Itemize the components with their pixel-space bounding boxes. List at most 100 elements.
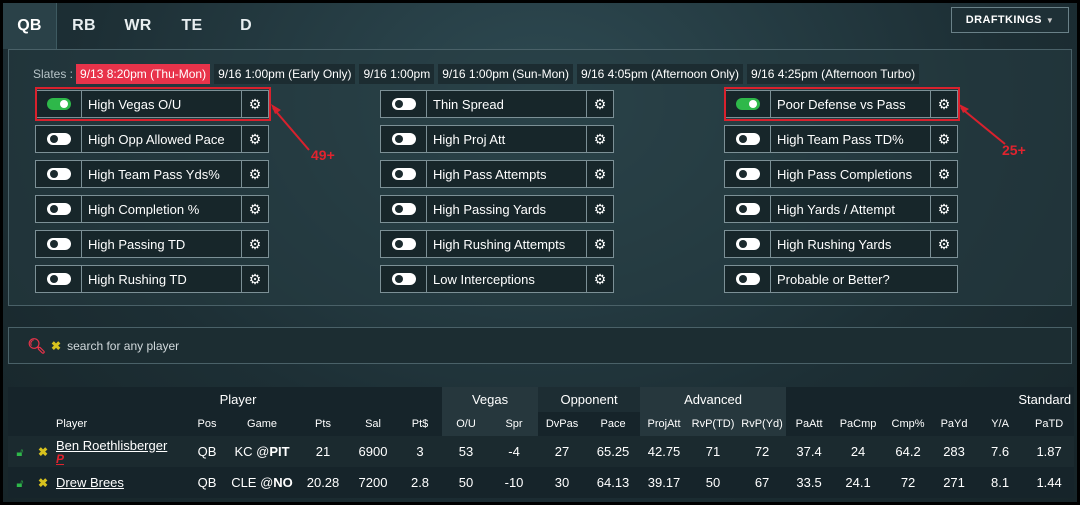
cell-ou: 53 xyxy=(442,436,491,467)
filter-toggle[interactable] xyxy=(46,203,71,215)
player-name-link[interactable]: Drew Brees xyxy=(56,475,124,490)
table-body: 🔓︎ ✖ Ben Roethlisberger P QB KC @PIT 21 6900 3 53… xyxy=(8,436,1075,498)
slate-option[interactable]: 9/16 1:00pm xyxy=(359,64,435,84)
filter-toggle[interactable] xyxy=(735,203,760,215)
unlock-icon[interactable]: 🔓︎ xyxy=(16,447,23,459)
filter-toggle[interactable] xyxy=(391,203,416,215)
search-input[interactable] xyxy=(67,338,468,353)
filter-toggle[interactable] xyxy=(735,168,760,180)
gear-icon[interactable]: ⚙ xyxy=(586,126,613,152)
unlock-icon[interactable]: 🔓︎ xyxy=(16,478,23,490)
filter-label: High Team Pass TD% xyxy=(777,131,904,147)
filter-toggle[interactable] xyxy=(391,133,416,145)
group-header-opponent: Opponent xyxy=(538,387,641,412)
site-selector-button[interactable]: DRAFTKINGS ▼ xyxy=(951,7,1069,33)
gear-icon[interactable]: ⚙ xyxy=(586,266,613,292)
tab-qb[interactable]: QB xyxy=(3,3,57,49)
gear-icon[interactable]: ⚙ xyxy=(586,161,613,187)
filter-toggle[interactable] xyxy=(46,168,71,180)
tab-wr[interactable]: WR xyxy=(111,3,165,49)
column-header[interactable]: Spr xyxy=(490,412,539,436)
group-header-advanced: Advanced xyxy=(640,387,787,412)
filter-toggle[interactable] xyxy=(46,273,71,285)
tab-rb[interactable]: RB xyxy=(57,3,111,49)
filter-label: High Passing TD xyxy=(88,236,186,252)
filter-toggle[interactable] xyxy=(46,238,71,250)
cell-rvpyd: 67 xyxy=(738,467,787,498)
gear-icon[interactable]: ⚙ xyxy=(930,161,957,187)
filter-toggle[interactable] xyxy=(391,168,416,180)
filter-label: Thin Spread xyxy=(433,96,504,112)
highlight-box xyxy=(724,87,960,121)
gear-icon[interactable]: ⚙ xyxy=(930,196,957,222)
slates-bar: Slates : 9/13 8:20pm (Thu-Mon) 9/16 1:00… xyxy=(33,64,923,84)
gear-icon[interactable]: ⚙ xyxy=(930,231,957,257)
gear-icon[interactable]: ⚙ xyxy=(586,196,613,222)
filter-toggle[interactable] xyxy=(391,238,416,250)
filter-toggle[interactable] xyxy=(735,273,760,285)
filter-toggle[interactable] xyxy=(735,133,760,145)
filter-toggle[interactable] xyxy=(391,98,416,110)
filter-row: Thin Spread ⚙ xyxy=(380,90,614,118)
gear-icon[interactable]: ⚙ xyxy=(241,266,268,292)
clear-icon[interactable]: ✖ xyxy=(51,339,61,353)
column-header[interactable]: DvPas xyxy=(538,412,587,436)
column-header[interactable]: ProjAtt xyxy=(640,412,689,436)
cell-paatt: 33.5 xyxy=(786,467,833,498)
column-header[interactable]: Pt$ xyxy=(398,412,443,436)
exclude-icon[interactable]: ✖ xyxy=(38,445,48,459)
filter-label: High Opp Allowed Pace xyxy=(88,131,225,147)
cell-ya: 7.6 xyxy=(976,436,1025,467)
filter-row: High Rushing TD ⚙ xyxy=(35,265,269,293)
column-header[interactable]: Pos xyxy=(188,412,226,436)
player-name-link[interactable]: Ben Roethlisberger xyxy=(56,438,167,453)
tab-d[interactable]: D xyxy=(219,3,273,49)
column-header[interactable]: PaTD xyxy=(1024,412,1075,436)
gear-icon[interactable]: ⚙ xyxy=(241,126,268,152)
column-header[interactable]: O/U xyxy=(442,412,491,436)
cell-pts: 21 xyxy=(298,436,349,467)
search-icon[interactable]: 🔍︎ xyxy=(27,337,46,355)
filter-toggle[interactable] xyxy=(391,273,416,285)
player-table-container: Player Vegas Opponent Advanced Standard … xyxy=(8,387,1075,502)
column-header[interactable]: PaYd xyxy=(932,412,977,436)
table-row[interactable]: 🔓︎ ✖ Drew Brees QB CLE @NO 20.28 7200 2.8 50 -10 3… xyxy=(8,467,1075,498)
filter-label: High Team Pass Yds% xyxy=(88,166,220,182)
column-header[interactable]: PaCmp xyxy=(832,412,885,436)
cell-patd: 1.87 xyxy=(1024,436,1075,467)
column-header[interactable]: Cmp% xyxy=(884,412,933,436)
gear-icon[interactable]: ⚙ xyxy=(241,196,268,222)
table-row[interactable]: 🔓︎ ✖ Ben Roethlisberger P QB KC @PIT 21 6900 3 53… xyxy=(8,436,1075,467)
column-header[interactable]: Pts xyxy=(298,412,349,436)
toggle-cell xyxy=(725,196,771,222)
toggle-cell xyxy=(725,126,771,152)
column-header[interactable]: Game xyxy=(226,412,298,436)
filter-label: High Passing Yards xyxy=(433,201,546,217)
slate-option[interactable]: 9/16 1:00pm (Sun-Mon) xyxy=(438,64,573,84)
gear-icon[interactable]: ⚙ xyxy=(586,231,613,257)
exclude-icon[interactable]: ✖ xyxy=(38,476,48,490)
column-header[interactable]: Player xyxy=(54,412,188,436)
filter-row: High Passing Yards ⚙ xyxy=(380,195,614,223)
column-header[interactable]: PaAtt xyxy=(786,412,833,436)
gear-icon[interactable]: ⚙ xyxy=(930,126,957,152)
column-header[interactable]: Pace xyxy=(586,412,641,436)
slate-option[interactable]: 9/16 4:05pm (Afternoon Only) xyxy=(576,64,744,84)
column-header[interactable]: RvP(Yd) xyxy=(738,412,787,436)
column-header[interactable]: Y/A xyxy=(976,412,1025,436)
column-header[interactable]: RvP(TD) xyxy=(688,412,739,436)
filter-toggle[interactable] xyxy=(735,238,760,250)
gear-icon[interactable]: ⚙ xyxy=(241,231,268,257)
slate-option[interactable]: 9/16 4:25pm (Afternoon Turbo) xyxy=(747,64,920,84)
gear-icon[interactable]: ⚙ xyxy=(241,161,268,187)
filter-toggle[interactable] xyxy=(46,133,71,145)
tab-te[interactable]: TE xyxy=(165,3,219,49)
filter-label: High Yards / Attempt xyxy=(777,201,896,217)
column-header[interactable]: Sal xyxy=(348,412,399,436)
cell-game: CLE @NO xyxy=(226,467,298,498)
slate-option[interactable]: 9/13 8:20pm (Thu-Mon) xyxy=(76,64,211,84)
filter-label: Probable or Better? xyxy=(777,271,890,287)
toggle-cell xyxy=(36,126,82,152)
slate-option[interactable]: 9/16 1:00pm (Early Only) xyxy=(214,64,356,84)
gear-icon[interactable]: ⚙ xyxy=(586,91,613,117)
